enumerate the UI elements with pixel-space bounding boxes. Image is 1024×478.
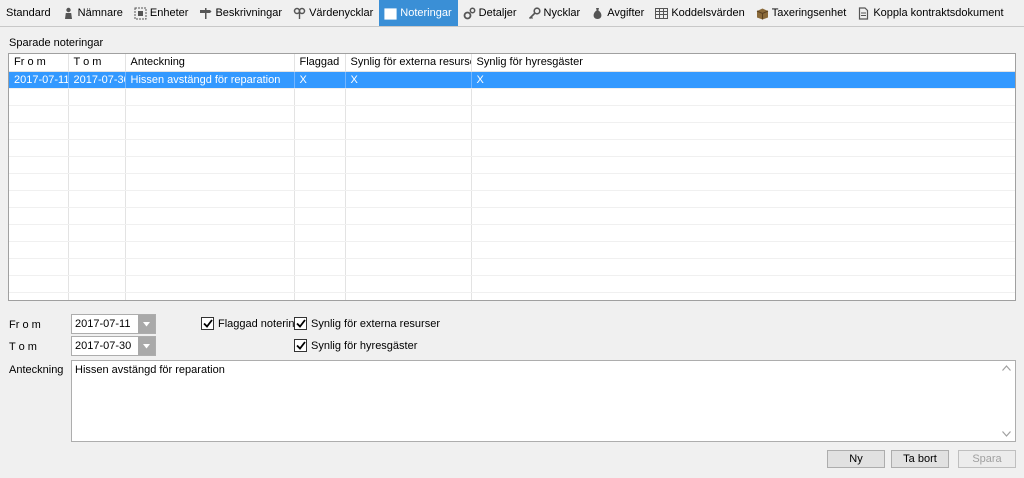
checkmark-icon xyxy=(295,319,306,328)
tab-standard[interactable]: Standard xyxy=(1,0,57,26)
column-header-to[interactable]: T o m xyxy=(68,54,126,72)
tab-label: Taxeringsenhet xyxy=(771,7,847,19)
notes-icon xyxy=(384,7,397,20)
cell-note: Hissen avstängd för reparation xyxy=(125,71,295,89)
tab-label: Koddelsvärden xyxy=(671,7,745,19)
scroll-down-icon[interactable] xyxy=(1002,431,1011,437)
new-button[interactable]: Ny xyxy=(827,450,885,468)
external-visible-checkbox-label: Synlig för externa resurser xyxy=(311,317,440,330)
tab-label: Värdenycklar xyxy=(309,7,374,19)
empty-row xyxy=(9,122,1015,140)
saved-notes-grid[interactable]: Fr o m T o m Anteckning Flaggad Synlig f… xyxy=(8,53,1016,301)
column-header-tenants[interactable]: Synlig för hyresgäster xyxy=(471,54,1015,72)
saved-notes-title: Sparade noteringar xyxy=(9,37,104,49)
tenants-visible-checkbox[interactable]: Synlig för hyresgäster xyxy=(294,339,417,352)
to-date-dropdown-button[interactable] xyxy=(138,337,155,355)
save-button[interactable]: Spara xyxy=(958,450,1016,468)
tab-detaljer[interactable]: Detaljer xyxy=(458,0,523,26)
to-date-value: 2017-07-30 xyxy=(75,340,132,352)
empty-row xyxy=(9,139,1015,157)
tenants-visible-checkbox-label: Synlig för hyresgäster xyxy=(311,339,418,352)
empty-row xyxy=(9,156,1015,174)
column-header-external[interactable]: Synlig för externa resurser xyxy=(345,54,472,72)
from-label: Fr o m xyxy=(9,319,41,331)
checkbox-box[interactable] xyxy=(294,317,307,330)
tab-label: Enheter xyxy=(149,7,189,19)
person-icon xyxy=(64,7,72,19)
tab-label: Detaljer xyxy=(478,7,517,19)
tab-nycklar[interactable]: Nycklar xyxy=(523,0,587,26)
empty-row xyxy=(9,292,1015,300)
document-icon xyxy=(859,6,869,20)
checkmark-icon xyxy=(202,319,213,328)
checkbox-box[interactable] xyxy=(201,317,214,330)
tab-vardenycklar[interactable]: Värdenycklar xyxy=(288,0,379,26)
money-bag-icon xyxy=(593,7,602,19)
tab-koppla-kontraktsdokument[interactable]: Koppla kontraktsdokument xyxy=(852,0,1009,26)
grid-header-row: Fr o m T o m Anteckning Flaggad Synlig f… xyxy=(9,54,1015,72)
units-icon xyxy=(134,7,147,19)
tab-bar: Standard Nämnare Enheter Beskrivningar V… xyxy=(0,0,1024,27)
value-keys-icon xyxy=(293,7,306,19)
cell-from: 2017-07-11 xyxy=(9,71,69,89)
tab-label: Koppla kontraktsdokument xyxy=(873,7,1004,19)
empty-row xyxy=(9,275,1015,293)
empty-row xyxy=(9,241,1015,259)
tab-enheter[interactable]: Enheter xyxy=(129,0,195,26)
empty-row xyxy=(9,207,1015,225)
tab-taxeringsenhet[interactable]: Taxeringsenhet xyxy=(751,0,853,26)
tab-noteringar[interactable]: Noteringar xyxy=(379,0,458,26)
empty-row xyxy=(9,258,1015,276)
signpost-icon xyxy=(200,7,212,19)
key-icon xyxy=(528,6,541,19)
tab-namnare[interactable]: Nämnare xyxy=(57,0,129,26)
scroll-up-icon[interactable] xyxy=(1002,365,1011,371)
flagged-checkbox[interactable]: Flaggad notering xyxy=(201,317,301,330)
flagged-checkbox-label: Flaggad notering xyxy=(218,317,301,330)
external-visible-checkbox[interactable]: Synlig för externa resurser xyxy=(294,317,440,330)
note-textarea[interactable]: Hissen avstängd för reparation xyxy=(71,360,1016,442)
from-date-dropdown-button[interactable] xyxy=(138,315,155,333)
to-date-picker[interactable]: 2017-07-30 xyxy=(71,336,156,356)
chevron-down-icon xyxy=(143,321,150,326)
note-text: Hissen avstängd för reparation xyxy=(75,364,225,376)
cell-external: X xyxy=(345,71,472,89)
column-header-note[interactable]: Anteckning xyxy=(125,54,295,72)
cell-to: 2017-07-30 xyxy=(68,71,126,89)
checkbox-box[interactable] xyxy=(294,339,307,352)
box-icon xyxy=(756,8,768,19)
tab-beskrivningar[interactable]: Beskrivningar xyxy=(194,0,288,26)
tab-koddelsvarden[interactable]: Koddelsvärden xyxy=(650,0,750,26)
table-row[interactable]: 2017-07-11 2017-07-30 Hissen avstängd fö… xyxy=(9,71,1015,89)
gears-icon xyxy=(463,7,476,19)
empty-row xyxy=(9,190,1015,208)
note-label: Anteckning xyxy=(9,364,64,376)
tab-label: Nycklar xyxy=(543,7,581,19)
chevron-down-icon xyxy=(143,343,150,348)
cell-flagged: X xyxy=(294,71,346,89)
column-header-from[interactable]: Fr o m xyxy=(9,54,69,72)
to-label: T o m xyxy=(9,341,37,353)
table-icon xyxy=(655,7,669,19)
checkmark-icon xyxy=(295,341,306,350)
empty-row xyxy=(9,105,1015,123)
from-date-value: 2017-07-11 xyxy=(75,318,131,330)
tab-label: Standard xyxy=(6,7,51,19)
note-scrollbar[interactable] xyxy=(998,361,1015,441)
tab-label: Avgifter xyxy=(607,7,645,19)
delete-button[interactable]: Ta bort xyxy=(891,450,949,468)
column-header-flagged[interactable]: Flaggad xyxy=(294,54,346,72)
tab-label: Nämnare xyxy=(77,7,123,19)
cell-tenants: X xyxy=(471,71,1015,89)
from-date-picker[interactable]: 2017-07-11 xyxy=(71,314,156,334)
tab-label: Noteringar xyxy=(400,7,452,19)
empty-row xyxy=(9,224,1015,242)
tab-label: Beskrivningar xyxy=(215,7,283,19)
empty-row xyxy=(9,88,1015,106)
tab-avgifter[interactable]: Avgifter xyxy=(586,0,650,26)
empty-row xyxy=(9,173,1015,191)
